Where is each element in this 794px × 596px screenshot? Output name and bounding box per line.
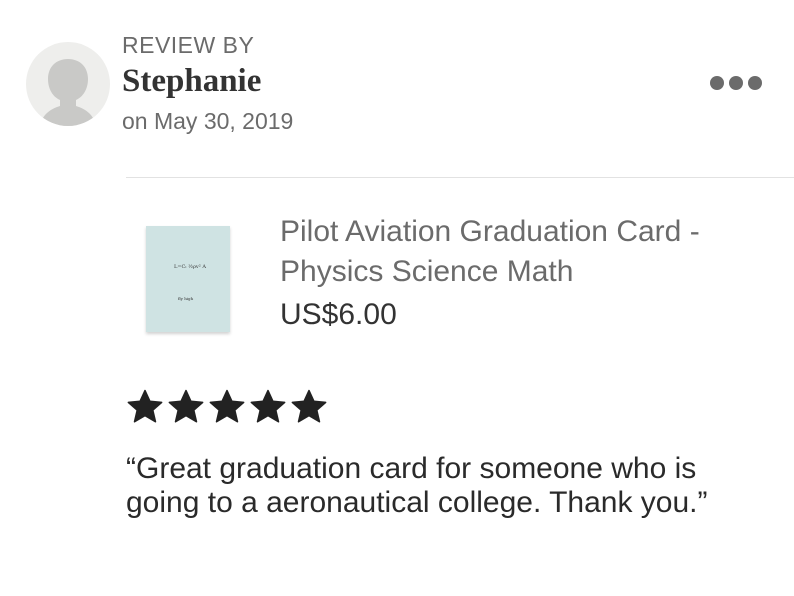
more-horizontal-icon <box>729 76 743 90</box>
divider <box>126 177 794 178</box>
star-filled-icon <box>168 389 204 423</box>
star-filled-icon <box>209 389 245 423</box>
star-filled-icon <box>250 389 286 423</box>
product-title-link[interactable]: Pilot Aviation Graduation Card - Physics… <box>280 212 750 292</box>
thumbnail-formula: L=Cₗ ½ρv² A <box>174 264 206 270</box>
review-by-label: REVIEW BY <box>122 32 255 58</box>
more-options-button[interactable] <box>705 68 767 98</box>
avatar[interactable] <box>26 42 110 126</box>
review-text: “Great graduation card for someone who i… <box>126 452 708 519</box>
star-filled-icon <box>291 389 327 423</box>
star-filled-icon <box>127 389 163 423</box>
product-price: US$6.00 <box>280 298 397 331</box>
user-silhouette-icon <box>40 59 96 126</box>
product-thumbnail[interactable]: L=Cₗ ½ρv² A fly high <box>146 226 230 332</box>
more-horizontal-icon <box>710 76 724 90</box>
thumbnail-caption: fly high <box>178 296 194 301</box>
review-date: on May 30, 2019 <box>122 108 294 134</box>
star-rating <box>126 388 328 428</box>
reviewer-name[interactable]: Stephanie <box>122 63 261 100</box>
more-horizontal-icon <box>748 76 762 90</box>
